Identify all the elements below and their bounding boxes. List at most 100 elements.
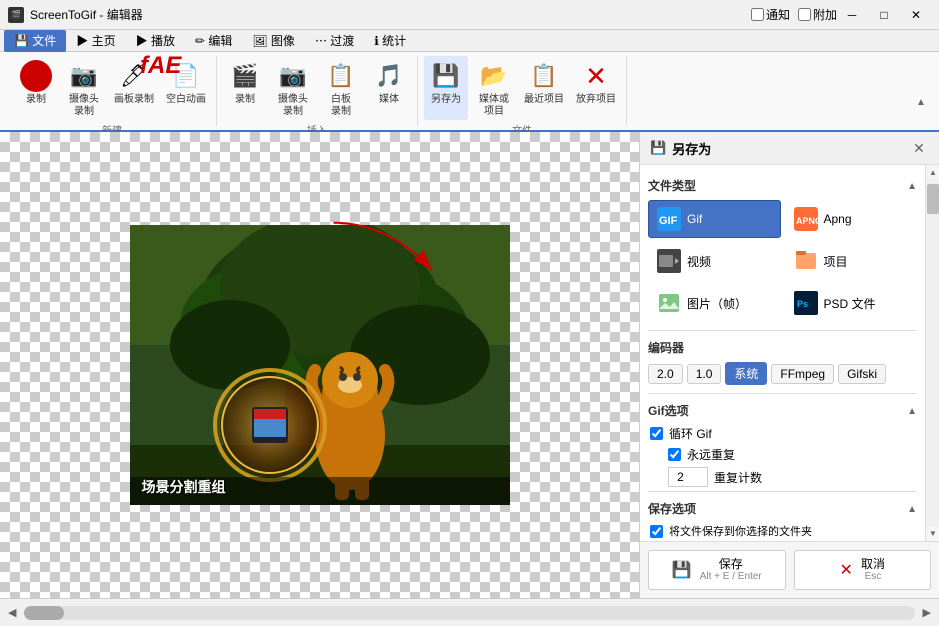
save-options-header[interactable]: 保存选项 ▲ [648, 496, 917, 523]
menu-home[interactable]: ▶ 主页 [66, 30, 125, 52]
apng-icon: APNG [794, 207, 818, 231]
ribbon-btn-camera[interactable]: 📷 摄像头录制 [62, 56, 106, 120]
encoder-tabs: 2.0 1.0 系统 FFmpeg Gifski [648, 362, 917, 385]
attach-check[interactable] [798, 8, 811, 21]
menu-edit[interactable]: ✏ 编辑 [185, 30, 242, 52]
ribbon-group-new-items: 录制 📷 摄像头录制 🖊 画板录制 📄 空白动画 [14, 56, 210, 120]
cancel-btn-icon: ✕ [840, 560, 853, 580]
menu-file-label: 💾 文件 [14, 32, 56, 49]
menu-file[interactable]: 💾 文件 [4, 30, 66, 52]
save-options-arrow: ▲ [907, 504, 917, 515]
saveas-icon: 💾 [430, 60, 462, 92]
panel-scrollbar: ▲ ▼ [925, 165, 939, 541]
filetype-collapse-arrow: ▲ [907, 181, 917, 192]
menu-transition[interactable]: ⋯ 过渡 [305, 30, 364, 52]
ribbon-btn-board-label: 画板录制 [114, 94, 154, 106]
cancel-button[interactable]: ✕ 取消 Esc [794, 550, 932, 590]
ribbon-btn-media-label: 媒体 [379, 94, 399, 106]
divider-1 [648, 330, 917, 331]
gif-options-header[interactable]: Gif选项 ▲ [648, 398, 917, 425]
close-button[interactable]: ✕ [901, 5, 931, 25]
app-icon: 🎬 [8, 7, 24, 23]
panel-save-icon: 💾 [650, 140, 666, 156]
divider-3 [648, 491, 917, 492]
maximize-button[interactable]: □ [869, 5, 899, 25]
save-btn-shortcut: Alt + E / Enter [700, 571, 762, 583]
filetype-apng[interactable]: APNG Apng [785, 200, 918, 238]
panel-close-button[interactable]: ✕ [909, 138, 929, 158]
encoder-tab-ffmpeg[interactable]: FFmpeg [771, 364, 834, 384]
ribbon-btn-blank[interactable]: 📄 空白动画 [162, 56, 210, 120]
ribbon-btn-saveas-label: 另存为 [431, 94, 461, 106]
save-options-section: 保存选项 ▲ 将文件保存到你选择的文件夹 覆盖（若已存在） 同时另存为项目（相同… [648, 496, 917, 541]
ribbon-btn-media[interactable]: 🎵 媒体 [367, 56, 411, 120]
ribbon-btn-recent-label: 最近项目 [524, 94, 564, 106]
save-to-folder-check[interactable] [650, 525, 663, 538]
timeline-thumb[interactable] [24, 606, 64, 620]
scroll-down-btn[interactable]: ▼ [926, 527, 939, 541]
ribbon-btn-record[interactable]: 录制 [14, 56, 58, 120]
ribbon-btn-whiteboard-label: 白板录制 [331, 94, 351, 118]
encoder-tab-20[interactable]: 2.0 [648, 364, 683, 384]
repeat-count-input[interactable] [668, 467, 708, 487]
menu-play[interactable]: ▶ 播放 [126, 30, 185, 52]
forever-check[interactable] [668, 448, 681, 461]
svg-text:APNG: APNG [796, 216, 818, 226]
panel-title-bar: 💾 另存为 ✕ [640, 132, 939, 165]
title-bar-left: 🎬 ScreenToGif - 编辑器 [8, 6, 143, 23]
gif-icon: GIF [657, 207, 681, 231]
filetype-grid: GIF Gif APNG Apng [648, 200, 917, 322]
scroll-thumb[interactable] [927, 184, 939, 214]
minimize-button[interactable]: ─ [837, 5, 867, 25]
filetype-image[interactable]: 图片（帧） [648, 284, 781, 322]
filetype-video[interactable]: 视频 [648, 242, 781, 280]
menu-stats-label: ℹ 统计 [374, 32, 406, 49]
filetype-section-header[interactable]: 文件类型 ▲ [648, 173, 917, 200]
filetype-project-label: 项目 [824, 253, 848, 270]
ribbon-btn-discard[interactable]: ✕ 放弃项目 [572, 56, 620, 120]
main-area: 场景分割重组 💾 另存为 ✕ [0, 132, 939, 598]
encoder-section: 编码器 2.0 1.0 系统 FFmpeg Gifski [648, 335, 917, 385]
repeat-count-row: 重复计数 [648, 467, 917, 487]
loop-gif-check[interactable] [650, 427, 663, 440]
ribbon-btn-record2[interactable]: 🎬 录制 [223, 56, 267, 120]
ribbon-btn-camera2[interactable]: 📷 摄像头录制 [271, 56, 315, 120]
timeline-scroll[interactable] [24, 606, 914, 620]
video-icon [657, 249, 681, 273]
encoder-tab-gifski[interactable]: Gifski [838, 364, 886, 384]
filetype-gif[interactable]: GIF Gif [648, 200, 781, 238]
notify-checkbox[interactable]: 通知 [751, 6, 790, 23]
whiteboard-icon: 📋 [325, 60, 357, 92]
ribbon-btn-mediaproject-label: 媒体或项目 [479, 94, 509, 118]
psd-icon: Ps [794, 291, 818, 315]
menu-bar: 💾 文件 ▶ 主页 ▶ 播放 ✏ 编辑 🖼 图像 ⋯ 过渡 ℹ 统计 [0, 30, 939, 52]
mediaproject-icon: 📂 [478, 60, 510, 92]
scroll-up-btn[interactable]: ▲ [926, 165, 939, 179]
ribbon-btn-whiteboard[interactable]: 📋 白板录制 [319, 56, 363, 120]
ribbon-btn-mediaproject[interactable]: 📂 媒体或项目 [472, 56, 516, 120]
menu-stats[interactable]: ℹ 统计 [364, 30, 416, 52]
encoder-tab-system[interactable]: 系统 [725, 362, 767, 385]
filetype-psd[interactable]: Ps PSD 文件 [785, 284, 918, 322]
ribbon-btn-saveas[interactable]: 💾 另存为 [424, 56, 468, 120]
ribbon-scroll[interactable]: ▲ [911, 56, 931, 126]
checkerboard: 场景分割重组 [0, 132, 639, 598]
frame-svg [130, 225, 510, 505]
loop-gif-row: 循环 Gif [648, 425, 917, 442]
app-title: ScreenToGif - 编辑器 [30, 6, 143, 23]
encoder-tab-10[interactable]: 1.0 [687, 364, 722, 384]
image-icon [657, 291, 681, 315]
encoder-section-header[interactable]: 编码器 [648, 335, 917, 362]
ribbon-btn-board[interactable]: 🖊 画板录制 [110, 56, 158, 120]
menu-image[interactable]: 🖼 图像 [242, 30, 305, 52]
canvas-area: 场景分割重组 [0, 132, 639, 598]
notify-check[interactable] [751, 8, 764, 21]
save-button[interactable]: 💾 保存 Alt + E / Enter [648, 550, 786, 590]
attach-checkbox[interactable]: 附加 [798, 6, 837, 23]
recent-icon: 📋 [528, 60, 560, 92]
menu-transition-label: ⋯ 过渡 [315, 32, 354, 49]
filetype-project[interactable]: 项目 [785, 242, 918, 280]
panel-footer: 💾 保存 Alt + E / Enter ✕ 取消 Esc [640, 541, 939, 598]
ribbon-btn-recent[interactable]: 📋 最近项目 [520, 56, 568, 120]
ribbon-scroll-btn[interactable]: ▲ [911, 97, 931, 108]
